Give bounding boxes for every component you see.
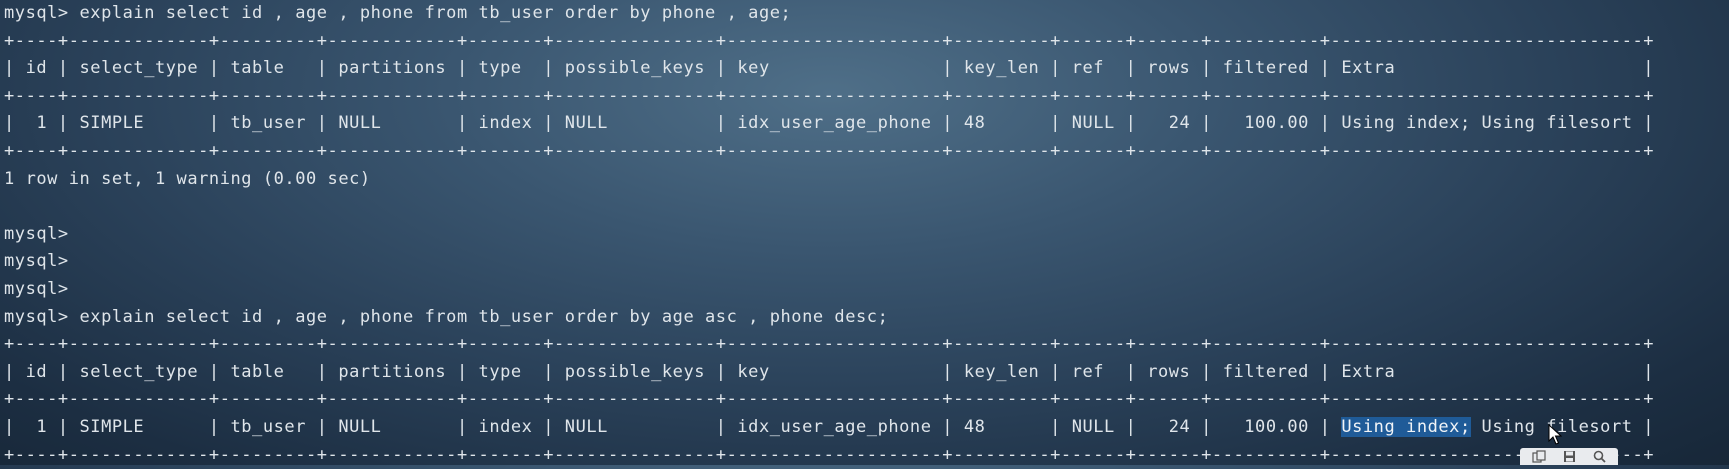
table-border: +----+-------------+---------+----------…	[4, 138, 1729, 166]
search-icon[interactable]	[1590, 450, 1608, 463]
copy-icon[interactable]	[1530, 450, 1548, 463]
table-row: | 1 | SIMPLE | tb_user | NULL | index | …	[4, 110, 1729, 138]
mouse-pointer-icon	[1548, 424, 1562, 446]
table-border: +----+-------------+---------+----------…	[4, 386, 1729, 414]
prompt-line: mysql>	[4, 248, 1729, 276]
table-header-row: | id | select_type | table | partitions …	[4, 55, 1729, 83]
prompt-line: mysql>	[4, 276, 1729, 304]
table-border: +----+-------------+---------+----------…	[4, 331, 1729, 359]
table-border: +----+-------------+---------+----------…	[4, 83, 1729, 111]
selected-text[interactable]: Using index;	[1341, 417, 1470, 437]
table-border: +----+-------------+---------+----------…	[4, 28, 1729, 56]
table-row: | 1 | SIMPLE | tb_user | NULL | index | …	[4, 414, 1729, 442]
result-summary: 1 row in set, 1 warning (0.00 sec)	[4, 166, 1729, 194]
command-line-2: mysql> explain select id , age , phone f…	[4, 304, 1729, 332]
row-suffix: Using filesort |	[1471, 417, 1654, 437]
prompt-line: mysql>	[4, 221, 1729, 249]
table-header-row: | id | select_type | table | partitions …	[4, 359, 1729, 387]
selection-toolbar	[1520, 448, 1618, 465]
row-prefix: | 1 | SIMPLE | tb_user | NULL | index | …	[4, 417, 1341, 437]
save-icon[interactable]	[1560, 450, 1578, 463]
blank-line	[4, 193, 1729, 221]
command-line-1: mysql> explain select id , age , phone f…	[4, 0, 1729, 28]
terminal-output[interactable]: mysql> explain select id , age , phone f…	[4, 0, 1729, 465]
